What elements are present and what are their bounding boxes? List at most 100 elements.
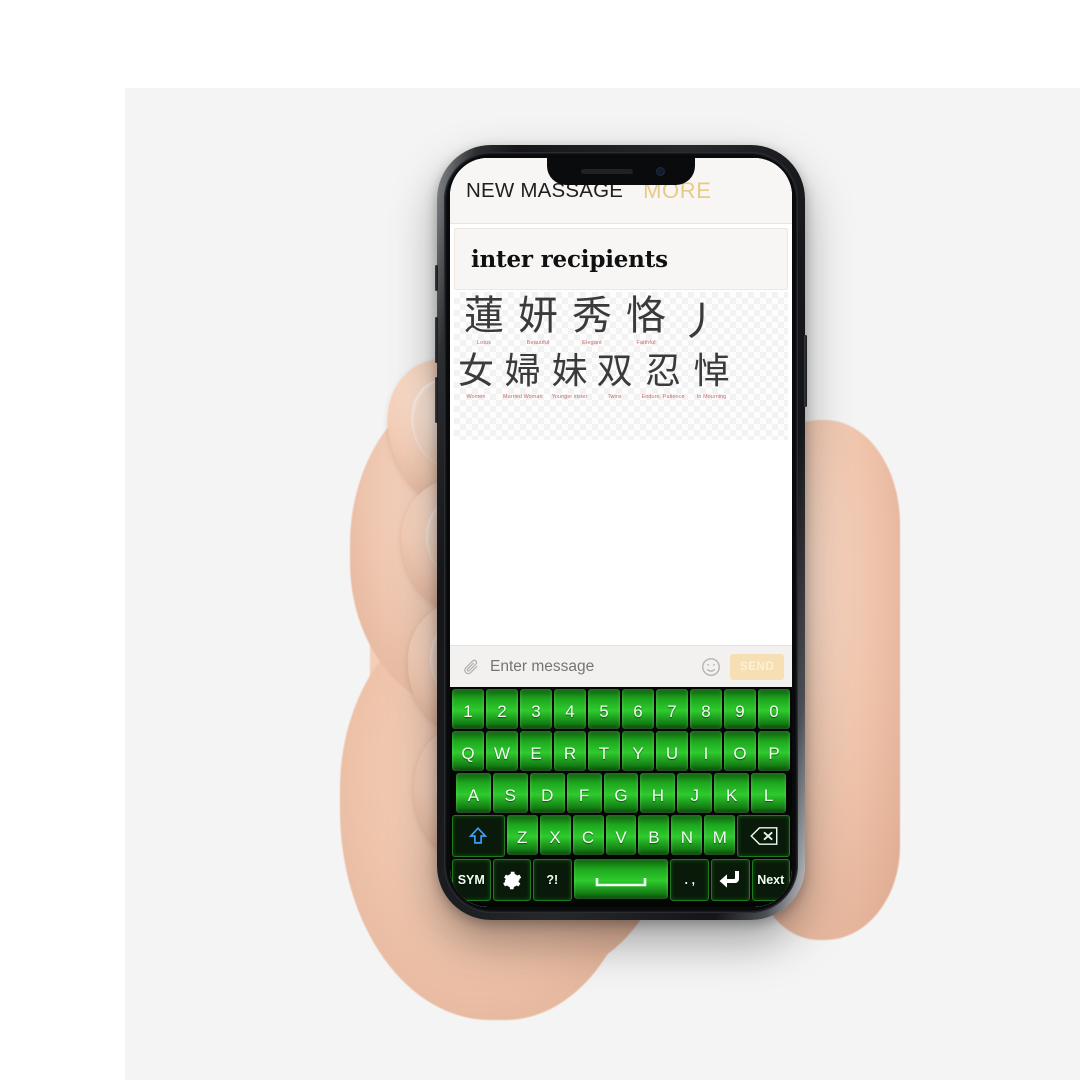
backspace-icon bbox=[749, 827, 778, 845]
key-b[interactable]: B bbox=[638, 815, 670, 855]
key-q[interactable]: Q bbox=[452, 731, 484, 771]
character-cell-partial[interactable]: 丿 bbox=[680, 302, 720, 346]
key-j[interactable]: J bbox=[677, 773, 713, 813]
character-cell[interactable]: 妹 Younger sister bbox=[552, 354, 588, 401]
paperclip-icon[interactable] bbox=[462, 658, 480, 676]
character-glyph[interactable]: 悼 bbox=[694, 354, 730, 390]
character-glyph[interactable]: 忍 bbox=[645, 354, 681, 390]
character-glyph[interactable]: 婦 bbox=[505, 354, 541, 390]
punctuation-key[interactable]: ?! bbox=[533, 859, 572, 901]
settings-key[interactable] bbox=[492, 859, 532, 901]
key-4[interactable]: 4 bbox=[554, 689, 586, 729]
key-t[interactable]: T bbox=[588, 731, 620, 771]
character-cell[interactable]: 恪 Faithful bbox=[626, 296, 666, 346]
recipients-input-text[interactable]: inter recipients bbox=[471, 246, 668, 273]
message-input[interactable] bbox=[488, 656, 692, 677]
key-label: B bbox=[648, 827, 660, 847]
key-f[interactable]: F bbox=[566, 773, 602, 813]
character-cell[interactable]: 双 Twins bbox=[597, 354, 633, 401]
key-2[interactable]: 2 bbox=[486, 689, 518, 729]
key-label: F bbox=[578, 785, 590, 805]
mute-switch[interactable] bbox=[435, 265, 438, 291]
key-5[interactable]: 5 bbox=[588, 689, 620, 729]
key-c[interactable]: C bbox=[572, 815, 604, 855]
backspace-key[interactable] bbox=[737, 815, 791, 857]
key-label: K bbox=[726, 785, 738, 805]
key-label: 5 bbox=[599, 701, 609, 721]
volume-up-button[interactable] bbox=[435, 317, 438, 363]
phone-notch bbox=[547, 158, 695, 185]
volume-down-button[interactable] bbox=[435, 377, 438, 423]
key-6[interactable]: 6 bbox=[622, 689, 654, 729]
screenshot-canvas: NEW MASSAGE MORE inter recipients 蓮 Lotu… bbox=[0, 0, 1080, 1080]
key-i[interactable]: I bbox=[690, 731, 722, 771]
character-gloss: Twins bbox=[607, 394, 622, 400]
key-0[interactable]: 0 bbox=[758, 689, 790, 729]
key-9[interactable]: 9 bbox=[724, 689, 756, 729]
key-label: Q bbox=[461, 743, 475, 763]
key-label: SYM bbox=[457, 873, 485, 887]
character-glyph[interactable]: 妹 bbox=[552, 354, 588, 390]
character-glyph[interactable]: 女 bbox=[458, 354, 494, 390]
key-u[interactable]: U bbox=[656, 731, 688, 771]
key-l[interactable]: L bbox=[751, 773, 787, 813]
key-h[interactable]: H bbox=[640, 773, 676, 813]
key-8[interactable]: 8 bbox=[690, 689, 722, 729]
earpiece-speaker bbox=[581, 169, 633, 174]
character-glyph[interactable]: 恪 bbox=[626, 296, 666, 336]
character-glyph[interactable]: 丿 bbox=[680, 302, 720, 342]
key-z[interactable]: Z bbox=[506, 815, 538, 855]
recipients-field[interactable]: inter recipients bbox=[454, 228, 788, 290]
symbols-key[interactable]: SYM bbox=[451, 859, 491, 901]
character-cell[interactable]: 女 Women bbox=[458, 354, 494, 401]
character-row-2: 女 Women 婦 Married Woman 妹 Younger sister bbox=[450, 346, 792, 401]
character-glyph[interactable]: 蓮 bbox=[464, 296, 504, 336]
shift-key[interactable] bbox=[451, 815, 505, 857]
character-cell[interactable]: 秀 Elegant bbox=[572, 296, 612, 346]
key-label: ?! bbox=[546, 873, 559, 887]
key-d[interactable]: D bbox=[529, 773, 565, 813]
send-button[interactable]: SEND bbox=[730, 653, 785, 680]
key-label: . , bbox=[684, 873, 695, 887]
character-cell[interactable]: 妍 Beautiful bbox=[518, 296, 558, 346]
enter-key[interactable] bbox=[710, 859, 750, 901]
power-button[interactable] bbox=[804, 335, 807, 407]
character-picker: 蓮 Lotus 妍 Beautiful 秀 Elegant 恪 Faithful… bbox=[450, 290, 792, 444]
key-a[interactable]: A bbox=[456, 773, 491, 813]
smiley-icon[interactable] bbox=[700, 656, 722, 678]
character-gloss: Married Woman bbox=[503, 394, 543, 400]
key-g[interactable]: G bbox=[603, 773, 639, 813]
key-p[interactable]: P bbox=[758, 731, 790, 771]
next-key[interactable]: Next bbox=[751, 859, 791, 901]
character-glyph[interactable]: 妍 bbox=[518, 296, 558, 336]
character-cell[interactable]: 婦 Married Woman bbox=[503, 354, 543, 401]
character-glyph[interactable]: 秀 bbox=[572, 296, 612, 336]
key-v[interactable]: V bbox=[605, 815, 637, 855]
key-s[interactable]: S bbox=[492, 773, 528, 813]
character-cell[interactable]: 忍 Endure, Patience bbox=[642, 354, 685, 401]
period-comma-key[interactable]: . , bbox=[670, 859, 709, 901]
key-1[interactable]: 1 bbox=[452, 689, 484, 729]
key-w[interactable]: W bbox=[486, 731, 518, 771]
message-composer-bar: SEND bbox=[450, 645, 792, 687]
key-label: Y bbox=[632, 743, 644, 763]
key-label: X bbox=[549, 827, 561, 847]
keyboard-row-home: A S D F G H J K L bbox=[452, 773, 790, 813]
key-label: H bbox=[651, 785, 665, 805]
space-key[interactable] bbox=[573, 859, 669, 899]
key-k[interactable]: K bbox=[714, 773, 750, 813]
character-cell[interactable]: 悼 In Mourning bbox=[694, 354, 730, 401]
key-o[interactable]: O bbox=[724, 731, 756, 771]
key-n[interactable]: N bbox=[671, 815, 703, 855]
character-glyph[interactable]: 双 bbox=[597, 354, 633, 390]
key-3[interactable]: 3 bbox=[520, 689, 552, 729]
key-x[interactable]: X bbox=[539, 815, 571, 855]
key-r[interactable]: R bbox=[554, 731, 586, 771]
key-e[interactable]: E bbox=[520, 731, 552, 771]
key-label: I bbox=[703, 743, 709, 763]
key-m[interactable]: M bbox=[704, 815, 736, 855]
character-cell[interactable]: 蓮 Lotus bbox=[464, 296, 504, 346]
key-y[interactable]: Y bbox=[622, 731, 654, 771]
key-7[interactable]: 7 bbox=[656, 689, 688, 729]
key-label: W bbox=[493, 743, 511, 763]
